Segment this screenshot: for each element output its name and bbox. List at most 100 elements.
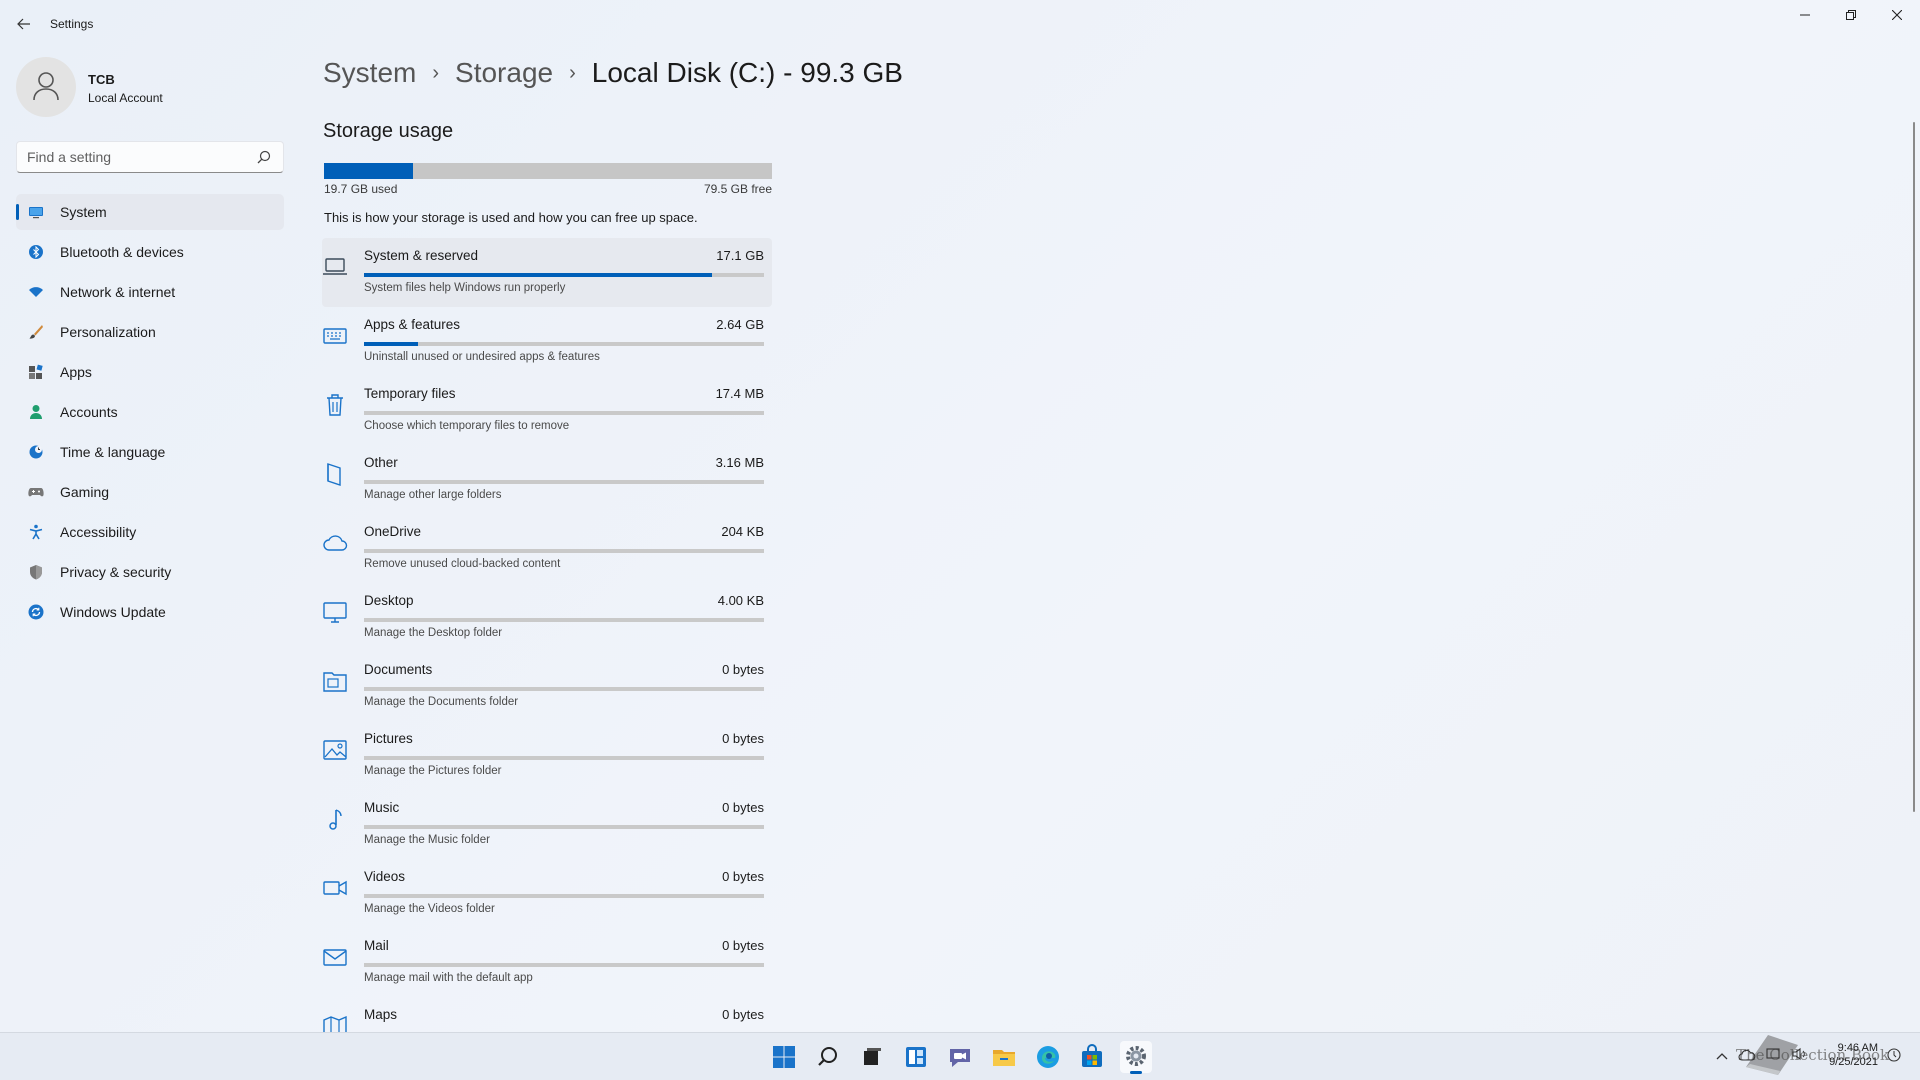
sidebar-item-network[interactable]: Network & internet: [16, 274, 284, 310]
category-size: 0 bytes: [722, 662, 764, 677]
search-box[interactable]: [16, 141, 284, 173]
globe-clock-icon: [29, 445, 43, 459]
sidebar-item-label: Windows Update: [60, 604, 166, 620]
store-icon: [1082, 1044, 1102, 1067]
sidebar-item-system[interactable]: System: [16, 194, 284, 230]
bluetooth-icon: [29, 245, 43, 259]
sidebar-item-label: Bluetooth & devices: [60, 244, 184, 260]
storage-category-list: System & reserved 17.1 GB System files hel…: [322, 238, 772, 1066]
category-description: Remove unused cloud-backed content: [364, 558, 561, 570]
category-usage-bar: [364, 687, 764, 691]
breadcrumb-separator: ›: [432, 62, 440, 84]
picture-icon: [323, 740, 347, 760]
category-usage-bar: [364, 825, 764, 829]
sidebar-item-bluetooth[interactable]: Bluetooth & devices: [16, 234, 284, 270]
category-size: 0 bytes: [722, 1007, 764, 1022]
storage-category-onedrive[interactable]: OneDrive 204 KB Remove unused cloud-backed…: [322, 514, 772, 583]
store-button[interactable]: [1076, 1041, 1108, 1073]
system-tray[interactable]: [1716, 1047, 1808, 1064]
storage-category-other[interactable]: Other 3.16 MB Manage other large folders: [322, 445, 772, 514]
mail-icon: [323, 949, 347, 966]
sidebar-item-personalization[interactable]: Personalization: [16, 314, 284, 350]
app-title: Settings: [50, 17, 94, 31]
sidebar-item-time-language[interactable]: Time & language: [16, 434, 284, 470]
category-description: System files help Windows run properly: [364, 282, 566, 294]
minimize-icon: [1800, 14, 1810, 16]
clock-time: 9:46 AM: [1837, 1042, 1878, 1054]
breadcrumb-storage[interactable]: Storage: [455, 57, 553, 88]
sidebar-item-label: System: [60, 204, 107, 220]
start-button[interactable]: [768, 1041, 800, 1073]
sidebar-item-label: Network & internet: [60, 284, 176, 300]
brush-icon: [29, 325, 43, 339]
category-name: Videos: [364, 869, 406, 884]
category-name: Other: [364, 455, 398, 470]
category-description: Manage the Desktop folder: [364, 627, 503, 639]
category-name: Music: [364, 800, 400, 815]
task-view-button[interactable]: [856, 1041, 888, 1073]
storage-description: This is how your storage is used and how…: [324, 210, 698, 225]
taskbar-clock[interactable]: 9:46 AM 9/25/2021: [1820, 1041, 1878, 1069]
breadcrumb-separator: ›: [569, 62, 576, 84]
storage-category-system-reserved[interactable]: System & reserved 17.1 GB System files hel…: [322, 238, 772, 307]
title-bar: Settings: [0, 0, 1920, 48]
sidebar-item-gaming[interactable]: Gaming: [16, 474, 284, 510]
search-input[interactable]: [17, 142, 247, 172]
category-description: Manage the Videos folder: [364, 903, 495, 915]
chat-button[interactable]: [944, 1041, 976, 1073]
category-size: 0 bytes: [722, 869, 764, 884]
back-button[interactable]: [12, 12, 36, 36]
sidebar-item-label: Apps: [60, 364, 92, 380]
category-size: 3.16 MB: [715, 455, 764, 470]
storage-category-desktop[interactable]: Desktop 4.00 KB Manage the Desktop folder: [322, 583, 772, 652]
settings-window: Settings TCB Local Account System Blu: [0, 0, 1920, 1038]
storage-category-videos[interactable]: Videos 0 bytes Manage the Videos folder: [322, 859, 772, 928]
category-description: Manage other large folders: [364, 489, 502, 501]
book-icon: [327, 463, 341, 486]
sidebar-item-apps[interactable]: Apps: [16, 354, 284, 390]
taskbar-search-button[interactable]: [812, 1041, 844, 1073]
accessibility-icon: [29, 524, 43, 540]
storage-category-temporary-files[interactable]: Temporary files 17.4 MB Choose which tempo…: [322, 376, 772, 445]
storage-category-documents[interactable]: Documents 0 bytes Manage the Documents fol…: [322, 652, 772, 721]
shield-icon: [30, 565, 42, 580]
user-icon: [33, 72, 59, 101]
category-name: Temporary files: [364, 386, 456, 401]
storage-category-apps-features[interactable]: Apps & features 2.64 GB Uninstall unused o…: [322, 307, 772, 376]
edge-button[interactable]: [1032, 1041, 1064, 1073]
sidebar-item-windows-update[interactable]: Windows Update: [16, 594, 284, 630]
sidebar-item-accounts[interactable]: Accounts: [16, 394, 284, 430]
used-space-label: 19.7 GB used: [324, 182, 398, 196]
category-usage-bar: [364, 342, 764, 346]
free-space-label: 79.5 GB free: [703, 182, 772, 196]
settings-taskbar-button[interactable]: [1120, 1041, 1152, 1074]
category-usage-bar: [364, 411, 764, 415]
minimize-button[interactable]: [1782, 0, 1828, 32]
sidebar-item-accessibility[interactable]: Accessibility: [16, 514, 284, 550]
category-usage-bar: [364, 618, 764, 622]
wifi-icon: [29, 287, 43, 297]
storage-category-mail[interactable]: Mail 0 bytes Manage mail with the default …: [322, 928, 772, 997]
category-usage-bar: [364, 273, 764, 277]
restore-button[interactable]: [1828, 0, 1874, 32]
category-usage-bar: [364, 963, 764, 967]
category-description: Choose which temporary files to remove: [364, 420, 570, 432]
close-button[interactable]: [1874, 0, 1920, 32]
search-icon: [818, 1047, 837, 1066]
widgets-button[interactable]: [900, 1041, 932, 1073]
notification-icon[interactable]: [1886, 1047, 1902, 1063]
storage-category-pictures[interactable]: Pictures 0 bytes Manage the Pictures folde…: [322, 721, 772, 790]
category-size: 2.64 GB: [716, 317, 764, 332]
avatar[interactable]: [16, 57, 76, 117]
chat-icon: [950, 1049, 970, 1067]
sidebar-item-privacy-security[interactable]: Privacy & security: [16, 554, 284, 590]
breadcrumb-system[interactable]: System: [323, 57, 416, 88]
category-size: 204 KB: [721, 524, 764, 539]
start-icon: [773, 1046, 795, 1068]
storage-usage-fill: [324, 163, 413, 179]
storage-category-music[interactable]: Music 0 bytes Manage the Music folder: [322, 790, 772, 859]
file-explorer-button[interactable]: [988, 1041, 1020, 1073]
category-name: Documents: [364, 662, 433, 677]
category-description: Manage the Documents folder: [364, 696, 519, 708]
scrollbar[interactable]: [1913, 122, 1915, 812]
